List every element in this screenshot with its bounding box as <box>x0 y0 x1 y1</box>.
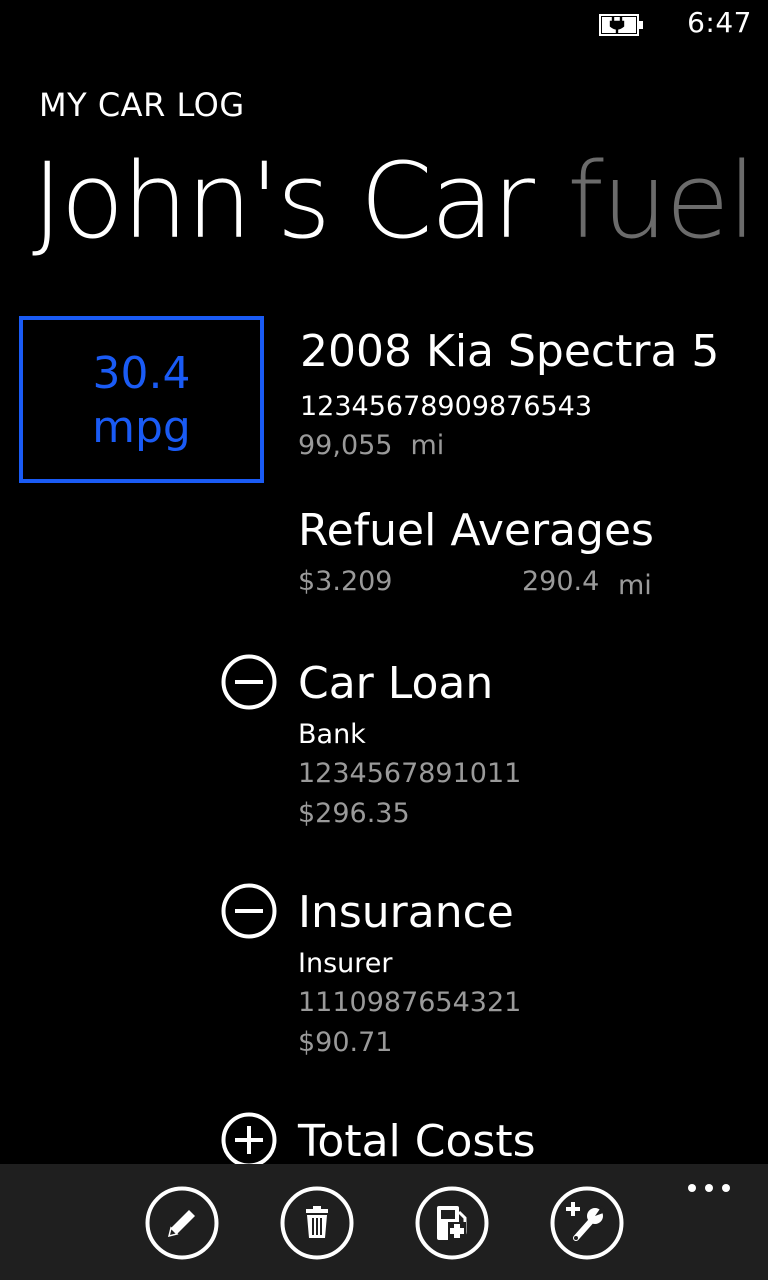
odometer-value: 99,055 <box>298 430 393 461</box>
battery-charging-icon <box>599 14 643 36</box>
expand-plus-icon[interactable] <box>221 1112 277 1168</box>
pivot-item-johns-car[interactable]: John's Car <box>32 140 535 262</box>
mpg-tile[interactable]: 30.4 mpg <box>19 316 264 483</box>
mpg-unit: mpg <box>92 402 191 453</box>
pivot-header: John's Car fuel <box>32 140 756 262</box>
more-ellipsis-icon[interactable] <box>686 1178 732 1198</box>
vin-number: 12345678909876543 <box>300 391 593 422</box>
insurance-amount: $90.71 <box>298 1027 393 1058</box>
delete-trash-icon[interactable] <box>280 1186 354 1260</box>
app-title: MY CAR LOG <box>39 86 245 124</box>
car-name: 2008 Kia Spectra 5 <box>300 326 720 377</box>
refuel-averages-title: Refuel Averages <box>298 505 654 556</box>
add-service-icon[interactable] <box>550 1186 624 1260</box>
odometer: 99,055 mi <box>298 430 444 461</box>
car-loan-title[interactable]: Car Loan <box>298 658 493 709</box>
clock: 6:47 <box>687 6 752 39</box>
refuel-avg-distance: 290.4 <box>522 566 600 597</box>
car-loan-account: 1234567891011 <box>298 758 522 789</box>
odometer-unit: mi <box>410 430 445 461</box>
car-loan-provider: Bank <box>298 719 366 750</box>
refuel-distance-unit: mi <box>618 570 652 601</box>
total-costs-title[interactable]: Total Costs <box>298 1116 536 1167</box>
status-bar: 6:47 <box>0 0 768 50</box>
pivot-item-fuel[interactable]: fuel <box>567 140 756 262</box>
insurance-account: 1110987654321 <box>298 987 522 1018</box>
edit-pencil-icon[interactable] <box>145 1186 219 1260</box>
refuel-avg-price: $3.209 <box>298 566 393 597</box>
collapse-minus-icon[interactable] <box>221 654 277 710</box>
collapse-minus-icon[interactable] <box>221 883 277 939</box>
car-loan-amount: $296.35 <box>298 798 410 829</box>
mpg-value: 30.4 <box>92 348 191 399</box>
add-fuel-icon[interactable] <box>415 1186 489 1260</box>
insurance-title[interactable]: Insurance <box>298 887 514 938</box>
app-bar <box>0 1164 768 1280</box>
insurance-provider: Insurer <box>298 948 393 979</box>
